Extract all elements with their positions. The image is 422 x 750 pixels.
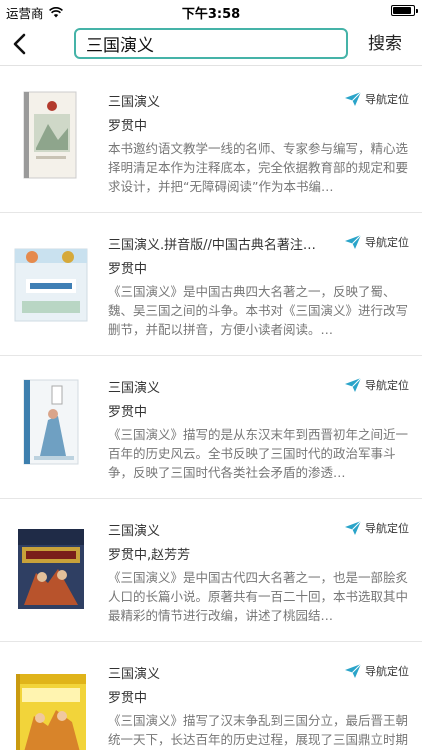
book-title: 三国演义: [108, 95, 161, 110]
navigate-locate-label: 导航定位: [365, 522, 409, 535]
navigate-locate-button[interactable]: 导航定位: [344, 662, 409, 680]
navigate-locate-label: 导航定位: [365, 665, 409, 678]
book-title: 三国演义: [108, 524, 161, 539]
paper-plane-icon: [345, 663, 362, 678]
book-description: 《三国演义》是中国古代四大名著之一，也是一部脍炙人口的长篇小说。原著共有一百二十…: [108, 570, 408, 623]
book-cover: [12, 84, 90, 182]
book-title: 三国演义: [108, 667, 161, 682]
paper-plane-icon: [345, 520, 362, 535]
navigate-locate-button[interactable]: 导航定位: [344, 90, 409, 108]
battery-fill: [393, 7, 411, 14]
navigate-locate-label: 导航定位: [365, 236, 409, 249]
back-button[interactable]: [8, 30, 34, 58]
navigate-locate-button[interactable]: 导航定位: [344, 376, 409, 394]
list-item[interactable]: 三国演义 罗贯中 本书邀约语文教学一线的名师、专家参与编写，精心选择明清足本作为…: [0, 70, 422, 213]
nav-bar: 搜索: [0, 22, 422, 66]
book-author: 罗贯中: [108, 262, 148, 277]
list-item[interactable]: 三国演义 罗贯中 《三国演义》描写了汉末争乱到三国分立，最后晋王朝统一天下，长达…: [0, 642, 422, 750]
book-author: 罗贯中: [108, 405, 148, 420]
navigate-locate-label: 导航定位: [365, 93, 409, 106]
book-cover: [12, 370, 90, 468]
paper-plane-icon: [345, 234, 362, 249]
book-title: 三国演义: [108, 381, 161, 396]
search-input[interactable]: [74, 28, 348, 59]
book-description: 《三国演义》描写的是从东汉末年到西晋初年之间近一百年的历史风云。全书反映了三国时…: [108, 427, 408, 480]
list-item[interactable]: 三国演义 罗贯中,赵芳芳 《三国演义》是中国古代四大名著之一，也是一部脍炙人口的…: [0, 499, 422, 642]
results-list[interactable]: 三国演义 罗贯中 本书邀约语文教学一线的名师、专家参与编写，精心选择明清足本作为…: [0, 70, 422, 750]
book-author: 罗贯中: [108, 691, 148, 706]
book-title: 三国演义.拼音版//中国古典名著注…: [108, 238, 316, 253]
paper-plane-icon: [345, 91, 362, 106]
status-time: 下午3:58: [181, 7, 241, 22]
chevron-left-icon: [13, 33, 26, 55]
book-cover: [12, 227, 90, 325]
list-item[interactable]: 三国演义 罗贯中 《三国演义》描写的是从东汉末年到西晋初年之间近一百年的历史风云…: [0, 356, 422, 499]
paper-plane-icon: [345, 377, 362, 392]
book-description: 本书邀约语文教学一线的名师、专家参与编写，精心选择明清足本作为注释底本，完全依据…: [108, 141, 408, 194]
navigate-locate-label: 导航定位: [365, 379, 409, 392]
book-description: 《三国演义》描写了汉末争乱到三国分立，最后晋王朝统一天下，长达百年的历史过程，展…: [108, 713, 408, 747]
navigate-locate-button[interactable]: 导航定位: [344, 519, 409, 537]
book-author: 罗贯中: [108, 119, 148, 134]
book-description: 《三国演义》是中国古典四大名著之一，反映了蜀、魏、吴三国之间的斗争。本书对《三国…: [108, 284, 408, 337]
battery-icon: [391, 5, 418, 16]
navigate-locate-button[interactable]: 导航定位: [344, 233, 409, 251]
book-cover: [12, 656, 90, 750]
list-item[interactable]: 三国演义.拼音版//中国古典名著注… 罗贯中 《三国演义》是中国古典四大名著之一…: [0, 213, 422, 356]
book-cover: [12, 513, 90, 611]
status-bar: 运营商 下午3:58: [0, 0, 422, 22]
search-button[interactable]: 搜索: [360, 31, 410, 57]
book-author: 罗贯中,赵芳芳: [108, 548, 191, 563]
